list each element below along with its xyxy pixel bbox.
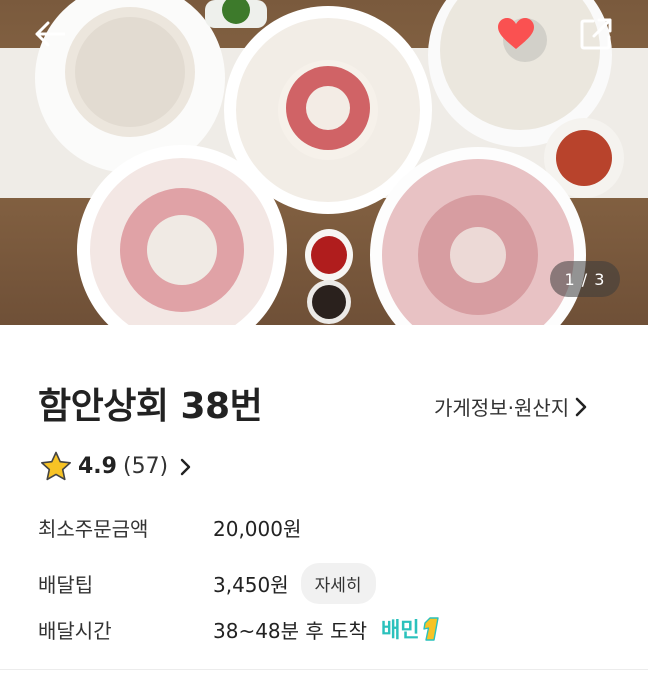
delivery-time-value: 38~48분 후 도착	[213, 618, 367, 643]
store-photo[interactable]: 1 / 3	[0, 0, 648, 325]
back-arrow-icon	[35, 21, 65, 47]
heart-icon	[498, 18, 534, 49]
rating-count: (57)	[122, 454, 169, 479]
photo-pager: 1 / 3	[550, 261, 620, 297]
delivery-time-label: 배달시간	[38, 618, 112, 643]
store-info: 함안상회 38번 가게정보·원산지 4.9 (57) 최소주문금액 20,000…	[0, 325, 648, 677]
chevron-right-icon	[575, 397, 587, 416]
chevron-right-icon	[180, 458, 191, 475]
min-order-value: 20,000원	[213, 517, 302, 541]
share-button[interactable]	[576, 14, 616, 54]
delivery-tip-label: 배달팁	[38, 573, 94, 597]
min-order-label: 최소주문금액	[38, 517, 149, 541]
delivery-tip-value: 3,450원	[213, 573, 289, 597]
store-name: 함안상회 38번	[38, 386, 263, 427]
favorite-button[interactable]	[496, 14, 536, 54]
min-order-row: 최소주문금액 20,000원	[38, 513, 301, 542]
baemin-one-number-icon	[421, 616, 443, 642]
store-info-link-label: 가게정보·원산지	[434, 396, 570, 420]
divider	[0, 669, 648, 670]
baemin-one-badge-text: 배민	[380, 618, 420, 642]
delivery-tip-detail-button[interactable]: 자세히	[300, 563, 376, 604]
delivery-time-row: 배달시간 38~48분 후 도착 배민	[38, 614, 443, 644]
share-icon	[580, 18, 612, 50]
star-icon	[41, 451, 71, 481]
rating-link[interactable]: 4.9 (57)	[40, 451, 192, 482]
delivery-tip-row: 배달팁 3,450원 자세히	[38, 563, 376, 604]
rating-score: 4.9	[78, 454, 117, 479]
store-info-link[interactable]: 가게정보·원산지	[434, 392, 587, 421]
back-button[interactable]	[30, 14, 70, 54]
baemin-one-badge: 배민	[381, 614, 443, 644]
